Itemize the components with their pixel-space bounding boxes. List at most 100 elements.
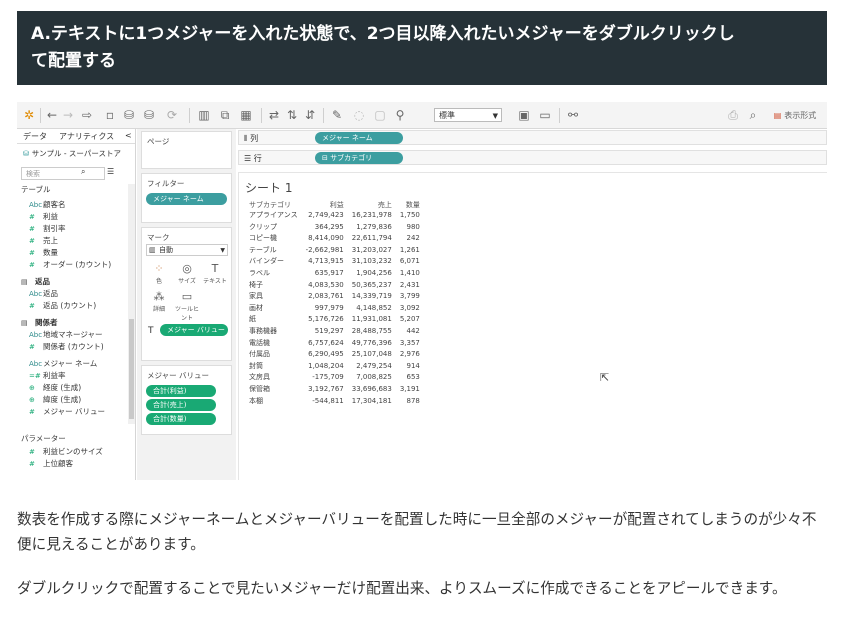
replay-icon[interactable]: ⇨ — [79, 106, 95, 124]
table-cell[interactable]: 914 — [396, 361, 424, 373]
datasource-item[interactable]: ⛁ サンプル - スーパーストア — [23, 148, 121, 159]
table-cell[interactable]: 49,776,396 — [348, 338, 396, 350]
field-item[interactable]: Abcメジャー ネーム — [29, 358, 97, 369]
row-header[interactable]: 事務機器 — [245, 326, 302, 338]
field-item[interactable]: # オーダー (カウント) — [29, 259, 111, 270]
search-icon[interactable]: ⌕ — [81, 167, 85, 177]
table-cell[interactable]: -175,709 — [302, 372, 348, 384]
field-item[interactable]: ⊕ 緯度 (生成) — [29, 394, 81, 405]
mark-tooltip-button[interactable]: ▭ ツールヒント — [175, 290, 199, 322]
label-icon[interactable]: ▢ — [373, 106, 387, 124]
table-cell[interactable]: 11,931,081 — [348, 314, 396, 326]
field-item[interactable]: # 割引率 — [29, 223, 66, 234]
row-header[interactable]: テーブル — [245, 245, 302, 257]
new-worksheet-icon[interactable]: ▥ — [195, 106, 213, 124]
row-header[interactable]: ラベル — [245, 268, 302, 280]
row-header[interactable]: コピー機 — [245, 233, 302, 245]
rows-shelf[interactable]: ☰ 行 ⊟ サブカテゴリ — [238, 150, 827, 165]
row-header[interactable]: 封筒 — [245, 361, 302, 373]
row-header[interactable]: 文房具 — [245, 372, 302, 384]
table-cell[interactable]: 3,191 — [396, 384, 424, 396]
measure-pill-sales[interactable]: 合計(売上) — [146, 399, 216, 411]
field-item[interactable]: # メジャー バリュー — [29, 406, 105, 417]
table-cell[interactable]: 4,713,915 — [302, 256, 348, 268]
column-header[interactable]: 売上 — [348, 199, 396, 210]
table-cell[interactable]: 878 — [396, 396, 424, 408]
table-cell[interactable]: 1,904,256 — [348, 268, 396, 280]
show-me-button[interactable]: ▤ 表示形式 — [765, 106, 825, 124]
table-cell[interactable]: 31,203,027 — [348, 245, 396, 257]
table-cell[interactable]: 3,799 — [396, 291, 424, 303]
save-icon[interactable]: ▫ — [103, 106, 117, 124]
table-cell[interactable]: 6,071 — [396, 256, 424, 268]
row-header[interactable]: アプライアンス — [245, 210, 302, 222]
field-item[interactable]: # 利益 — [29, 211, 58, 222]
column-header[interactable]: サブカテゴリ — [245, 199, 302, 210]
field-item[interactable]: Abc返品 — [29, 288, 58, 299]
table-cell[interactable]: 364,295 — [302, 222, 348, 234]
table-cell[interactable]: 242 — [396, 233, 424, 245]
table-cell[interactable]: 16,231,978 — [348, 210, 396, 222]
table-cell[interactable]: 2,749,423 — [302, 210, 348, 222]
presentation-icon[interactable]: ▭ — [537, 106, 553, 124]
marks-type-combo[interactable]: ▥ 自動 ▼ — [146, 244, 228, 256]
sort-desc-icon[interactable]: ⇵ — [303, 106, 317, 124]
field-item[interactable]: # 数量 — [29, 247, 58, 258]
field-item[interactable]: # 返品 (カウント) — [29, 300, 96, 311]
table-cell[interactable]: 980 — [396, 222, 424, 234]
table-cell[interactable]: 22,611,794 — [348, 233, 396, 245]
row-header[interactable]: クリップ — [245, 222, 302, 234]
filter-fields-icon[interactable]: ☰ — [107, 167, 114, 176]
field-item[interactable]: # 売上 — [29, 235, 58, 246]
tab-data[interactable]: データ — [23, 131, 47, 142]
mark-detail-button[interactable]: ⁂ 詳細 — [147, 290, 171, 314]
row-header[interactable]: 付属品 — [245, 349, 302, 361]
fix-axes-icon[interactable]: ⚲ — [393, 106, 407, 124]
field-item[interactable]: ▤ 返品 — [21, 276, 50, 287]
tab-analytics[interactable]: アナリティクス — [59, 131, 114, 142]
collapse-icon[interactable]: < — [125, 131, 132, 140]
highlight-icon[interactable]: ✎ — [329, 106, 345, 124]
table-cell[interactable]: -2,662,981 — [302, 245, 348, 257]
field-search-input[interactable]: 検索 — [21, 167, 105, 180]
table-cell[interactable]: 442 — [396, 326, 424, 338]
table-cell[interactable]: 3,192,767 — [302, 384, 348, 396]
columns-shelf[interactable]: ⦀ 列 メジャー ネーム — [238, 130, 827, 145]
field-item[interactable]: ▤ 関係者 — [21, 317, 58, 328]
mark-size-button[interactable]: ◎ サイズ — [175, 262, 199, 286]
redo-icon[interactable]: → — [61, 106, 75, 124]
rows-pill-subcategory[interactable]: ⊟ サブカテゴリ — [315, 152, 403, 164]
table-cell[interactable]: 31,103,232 — [348, 256, 396, 268]
table-cell[interactable]: 6,757,624 — [302, 338, 348, 350]
mark-color-button[interactable]: ⁘ 色 — [147, 262, 171, 286]
measure-pill-quantity[interactable]: 合計(数量) — [146, 413, 216, 425]
undo-icon[interactable]: ← — [45, 106, 59, 124]
comment-icon[interactable]: ⌕ — [745, 106, 761, 124]
table-cell[interactable]: 4,083,530 — [302, 280, 348, 292]
table-cell[interactable]: 7,008,825 — [348, 372, 396, 384]
view-canvas[interactable]: シート 1 サブカテゴリ 利益 売上 数量 アプライアンス 2,749,423 16,23… — [238, 172, 827, 480]
table-cell[interactable]: 14,339,719 — [348, 291, 396, 303]
scrollbar-thumb[interactable] — [129, 319, 134, 419]
tableau-logo-icon[interactable]: ✲ — [21, 106, 37, 124]
field-item[interactable]: # 関係者 (カウント) — [29, 341, 104, 352]
field-item[interactable]: # 利益ビンのサイズ — [29, 446, 103, 457]
column-header[interactable]: 数量 — [396, 199, 424, 210]
pages-card[interactable]: ページ — [141, 131, 232, 169]
table-cell[interactable]: 635,917 — [302, 268, 348, 280]
table-cell[interactable]: 25,107,048 — [348, 349, 396, 361]
table-cell[interactable]: 33,696,683 — [348, 384, 396, 396]
table-cell[interactable]: 519,297 — [302, 326, 348, 338]
row-header[interactable]: 紙 — [245, 314, 302, 326]
table-cell[interactable]: 5,176,726 — [302, 314, 348, 326]
print-icon[interactable]: ⎙ — [725, 106, 741, 124]
field-item[interactable]: =# 利益率 — [29, 370, 66, 381]
pause-updates-icon[interactable]: ⛁ — [141, 106, 157, 124]
clear-sheet-icon[interactable]: ▦ — [237, 106, 255, 124]
duplicate-icon[interactable]: ⧉ — [217, 106, 233, 124]
share-icon[interactable]: ⚯ — [565, 106, 581, 124]
new-datasource-icon[interactable]: ⛁ — [121, 106, 137, 124]
row-header[interactable]: 電話機 — [245, 338, 302, 350]
table-cell[interactable]: 28,488,755 — [348, 326, 396, 338]
measure-pill-profit[interactable]: 合計(利益) — [146, 385, 216, 397]
